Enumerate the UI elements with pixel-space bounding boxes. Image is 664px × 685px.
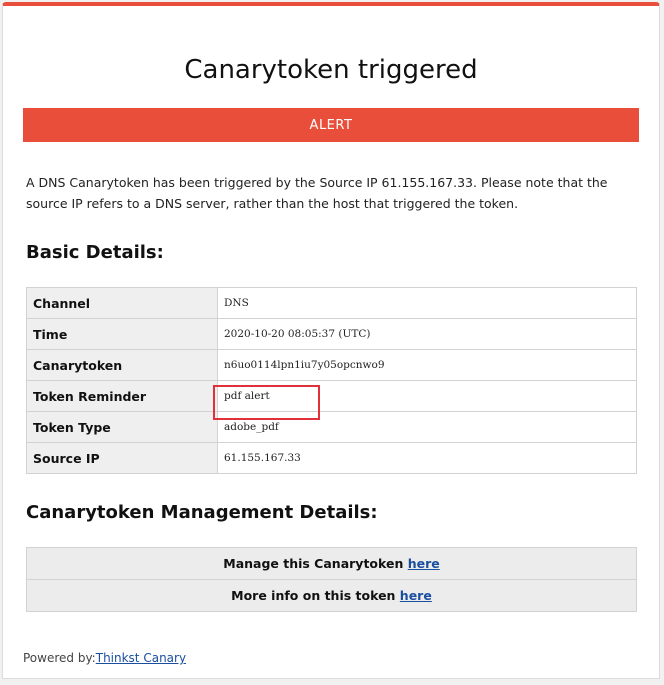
detail-key: Token Reminder bbox=[26, 380, 218, 412]
thinkst-canary-link[interactable]: Thinkst Canary bbox=[96, 651, 186, 665]
table-row: Manage this Canarytoken here bbox=[26, 547, 637, 580]
more-info-link[interactable]: here bbox=[400, 588, 432, 603]
manage-token-link[interactable]: here bbox=[408, 556, 440, 571]
more-info-text: More info on this token bbox=[231, 588, 400, 603]
basic-details-table: Channel DNS Time 2020-10-20 08:05:37 (UT… bbox=[26, 287, 637, 474]
detail-value: 61.155.167.33 bbox=[217, 442, 637, 474]
detail-value: adobe_pdf bbox=[217, 411, 637, 443]
alert-label: ALERT bbox=[309, 117, 353, 133]
alert-banner: ALERT bbox=[23, 108, 639, 142]
detail-key: Token Type bbox=[26, 411, 218, 443]
table-row: Token Type adobe_pdf bbox=[26, 411, 637, 443]
detail-key: Canarytoken bbox=[26, 349, 218, 381]
detail-value: DNS bbox=[217, 287, 637, 319]
table-row: Channel DNS bbox=[26, 287, 637, 319]
management-details-heading: Canarytoken Management Details: bbox=[26, 502, 378, 523]
page-title: Canarytoken triggered bbox=[184, 55, 478, 85]
detail-value: n6uo0114lpn1iu7y05opcnwo9 bbox=[217, 349, 637, 381]
table-row: Token Reminder pdf alert bbox=[26, 380, 637, 412]
manage-token-cell: Manage this Canarytoken here bbox=[26, 547, 637, 580]
detail-key: Channel bbox=[26, 287, 218, 319]
detail-value: pdf alert bbox=[217, 380, 637, 412]
alert-description: A DNS Canarytoken has been triggered by … bbox=[26, 175, 608, 211]
table-row: Time 2020-10-20 08:05:37 (UTC) bbox=[26, 318, 637, 350]
footer: Powered by:Thinkst Canary bbox=[23, 651, 186, 665]
management-details-table: Manage this Canarytoken here More info o… bbox=[26, 547, 637, 612]
footer-prefix: Powered by: bbox=[23, 651, 96, 665]
basic-details-heading: Basic Details: bbox=[26, 242, 164, 263]
detail-key: Source IP bbox=[26, 442, 218, 474]
detail-key: Time bbox=[26, 318, 218, 350]
table-row: Source IP 61.155.167.33 bbox=[26, 442, 637, 474]
table-row: More info on this token here bbox=[26, 579, 637, 612]
detail-value: 2020-10-20 08:05:37 (UTC) bbox=[217, 318, 637, 350]
alert-card: Canarytoken triggered ALERT A DNS Canary… bbox=[2, 2, 660, 679]
table-row: Canarytoken n6uo0114lpn1iu7y05opcnwo9 bbox=[26, 349, 637, 381]
manage-token-text: Manage this Canarytoken bbox=[223, 556, 408, 571]
more-info-cell: More info on this token here bbox=[26, 579, 637, 612]
